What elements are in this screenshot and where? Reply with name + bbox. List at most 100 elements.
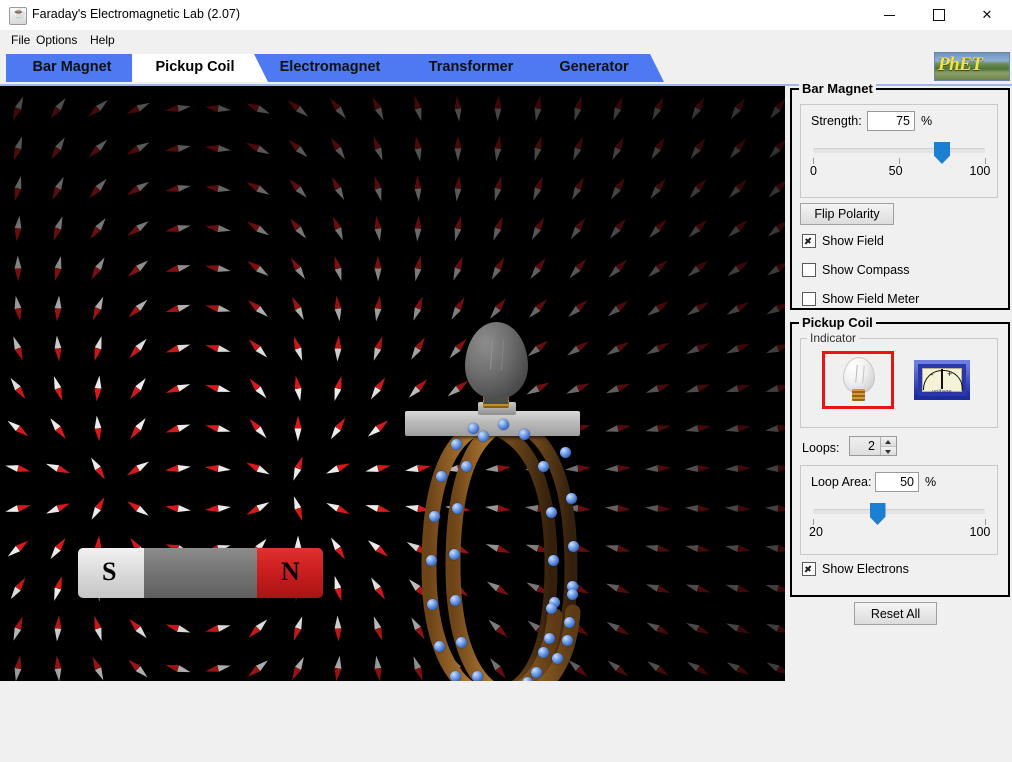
tab-bar-magnet[interactable]: Bar Magnet (6, 54, 148, 82)
simulation-canvas[interactable]: S N (0, 86, 785, 681)
close-button[interactable]: ✕ (964, 0, 1010, 30)
field-compass-needle (93, 375, 103, 402)
loops-increment-icon[interactable] (881, 437, 896, 447)
field-compass-needle (328, 415, 348, 441)
loops-decrement-icon[interactable] (881, 446, 896, 455)
field-compass-needle (685, 504, 711, 513)
magnet-middle (144, 548, 257, 598)
show-compass-checkbox[interactable]: Show Compass (802, 263, 910, 277)
java-coffee-icon (9, 7, 27, 25)
show-field-checkbox[interactable]: Show Field (802, 234, 884, 248)
menu-item-help[interactable]: Help (84, 32, 121, 51)
field-compass-needle (645, 542, 672, 554)
close-icon: ✕ (981, 7, 993, 22)
maximize-button[interactable] (916, 0, 962, 30)
voltmeter-minus: - (931, 370, 934, 379)
field-compass-needle (286, 137, 310, 160)
bar-magnet-panel-title: Bar Magnet (799, 81, 876, 96)
electron (460, 460, 472, 472)
field-compass-needle (605, 422, 632, 435)
checkbox-box[interactable] (802, 292, 816, 306)
field-compass-needle (365, 501, 392, 514)
field-compass-needle (368, 575, 388, 601)
field-compass-needle (725, 340, 752, 357)
tab-label: Generator (559, 59, 629, 75)
tab-generator[interactable]: Generator (534, 54, 664, 82)
field-compass-needle (607, 216, 629, 241)
checkbox-box[interactable] (802, 562, 816, 576)
field-compass-needle (48, 135, 68, 161)
field-compass-needle (291, 335, 306, 362)
field-compass-needle (246, 616, 269, 639)
loop-area-slider-thumb[interactable] (869, 503, 886, 525)
lightbulb-icon (841, 357, 875, 403)
minimize-button[interactable] (866, 0, 912, 30)
tab-electromagnet[interactable]: Electromagnet (252, 54, 418, 82)
loops-spinner-arrows[interactable] (880, 437, 896, 455)
field-compass-needle (725, 542, 752, 553)
field-compass-needle (291, 495, 306, 522)
field-compass-needle (647, 175, 668, 200)
field-compass-needle (493, 135, 504, 162)
field-compass-needle (165, 222, 192, 235)
field-compass-needle (287, 216, 309, 241)
field-compass-needle (567, 256, 589, 280)
field-compass-needle (246, 657, 270, 679)
electron (451, 502, 463, 514)
field-compass-needle (727, 136, 749, 161)
field-compass-needle (45, 500, 72, 517)
field-compass-needle (205, 262, 232, 274)
field-compass-needle (48, 535, 69, 560)
field-compass-needle (366, 537, 391, 559)
tab-transformer[interactable]: Transformer (402, 54, 550, 82)
indicator-box: Indicator - + voltage (800, 331, 998, 428)
field-compass-needle (765, 504, 785, 512)
field-compass-needle (454, 135, 461, 161)
loops-spinner[interactable]: 2 (849, 436, 897, 456)
strength-slider[interactable]: 0 50 100 (810, 142, 990, 182)
field-compass-needle (165, 380, 192, 395)
field-compass-needle (765, 620, 785, 636)
field-compass-needle (50, 215, 66, 242)
pickup-coil-assembly[interactable] (403, 316, 588, 681)
bar-magnet[interactable]: S N (78, 548, 323, 598)
loop-area-value-field[interactable]: 50 (875, 472, 919, 492)
field-compass-needle (686, 216, 710, 239)
field-compass-needle (127, 616, 150, 640)
strength-tick-mid: 50 (888, 164, 903, 178)
show-field-meter-checkbox[interactable]: Show Field Meter (802, 292, 919, 306)
field-compass-needle (685, 339, 712, 356)
strength-slider-track[interactable] (813, 148, 985, 153)
field-compass-needle (645, 298, 670, 318)
field-compass-needle (373, 655, 384, 681)
field-compass-needle (645, 580, 672, 595)
show-electrons-checkbox[interactable]: Show Electrons (802, 562, 909, 576)
field-compass-needle (645, 422, 672, 434)
field-compass-needle (688, 135, 709, 160)
bulb-filament (489, 339, 505, 371)
strength-slider-thumb[interactable] (934, 142, 950, 164)
loop-area-slider-track[interactable] (813, 509, 985, 514)
flip-polarity-button[interactable]: Flip Polarity (800, 203, 894, 225)
electron (567, 540, 579, 552)
indicator-option-lightbulb[interactable] (822, 351, 894, 409)
field-compass-needle (12, 655, 23, 681)
loop-area-slider[interactable]: 20 100 (809, 503, 990, 543)
field-compass-needle (765, 381, 785, 395)
field-compass-needle (205, 183, 232, 194)
strength-value-field[interactable]: 75 (867, 111, 915, 131)
field-compass-needle (371, 175, 384, 202)
electron (561, 634, 573, 646)
checkbox-box[interactable] (802, 263, 816, 277)
checkbox-box[interactable] (802, 234, 816, 248)
indicator-option-voltmeter[interactable]: - + voltage (906, 351, 978, 409)
field-compass-needle (766, 177, 785, 200)
field-compass-needle (688, 95, 707, 121)
field-compass-needle (292, 375, 303, 402)
field-compass-needle (205, 421, 232, 434)
menu-item-options[interactable]: Options (30, 32, 83, 51)
field-compass-needle (605, 580, 632, 596)
field-compass-needle (247, 376, 269, 400)
reset-all-button[interactable]: Reset All (854, 602, 937, 625)
tab-pickup-coil[interactable]: Pickup Coil (132, 54, 268, 82)
